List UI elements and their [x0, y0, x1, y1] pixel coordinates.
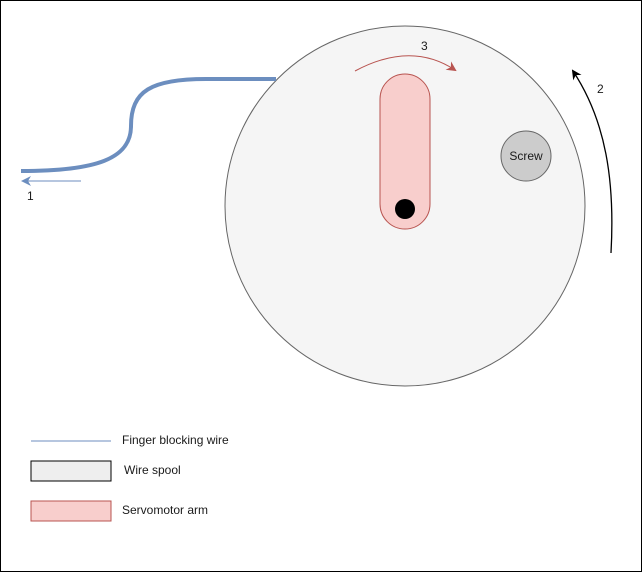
arm-pivot	[395, 199, 415, 219]
legend-spool-swatch	[30, 460, 112, 482]
diagram-svg: 1 3 Screw 2	[20, 25, 613, 522]
screw-label: Screw	[509, 149, 543, 163]
legend-spool-label: Wire spool	[124, 463, 181, 477]
legend-arm-swatch	[30, 500, 112, 522]
diagram-canvas: 1 3 Screw 2 Finger blocking wire Wire sp…	[0, 0, 642, 572]
arrow-3-label: 3	[421, 39, 428, 53]
legend-arm-label: Servomotor arm	[122, 503, 209, 517]
arrow-1-label: 1	[27, 189, 34, 203]
legend-wire-label: Finger blocking wire	[122, 433, 229, 447]
arrow-2-label: 2	[597, 82, 604, 96]
